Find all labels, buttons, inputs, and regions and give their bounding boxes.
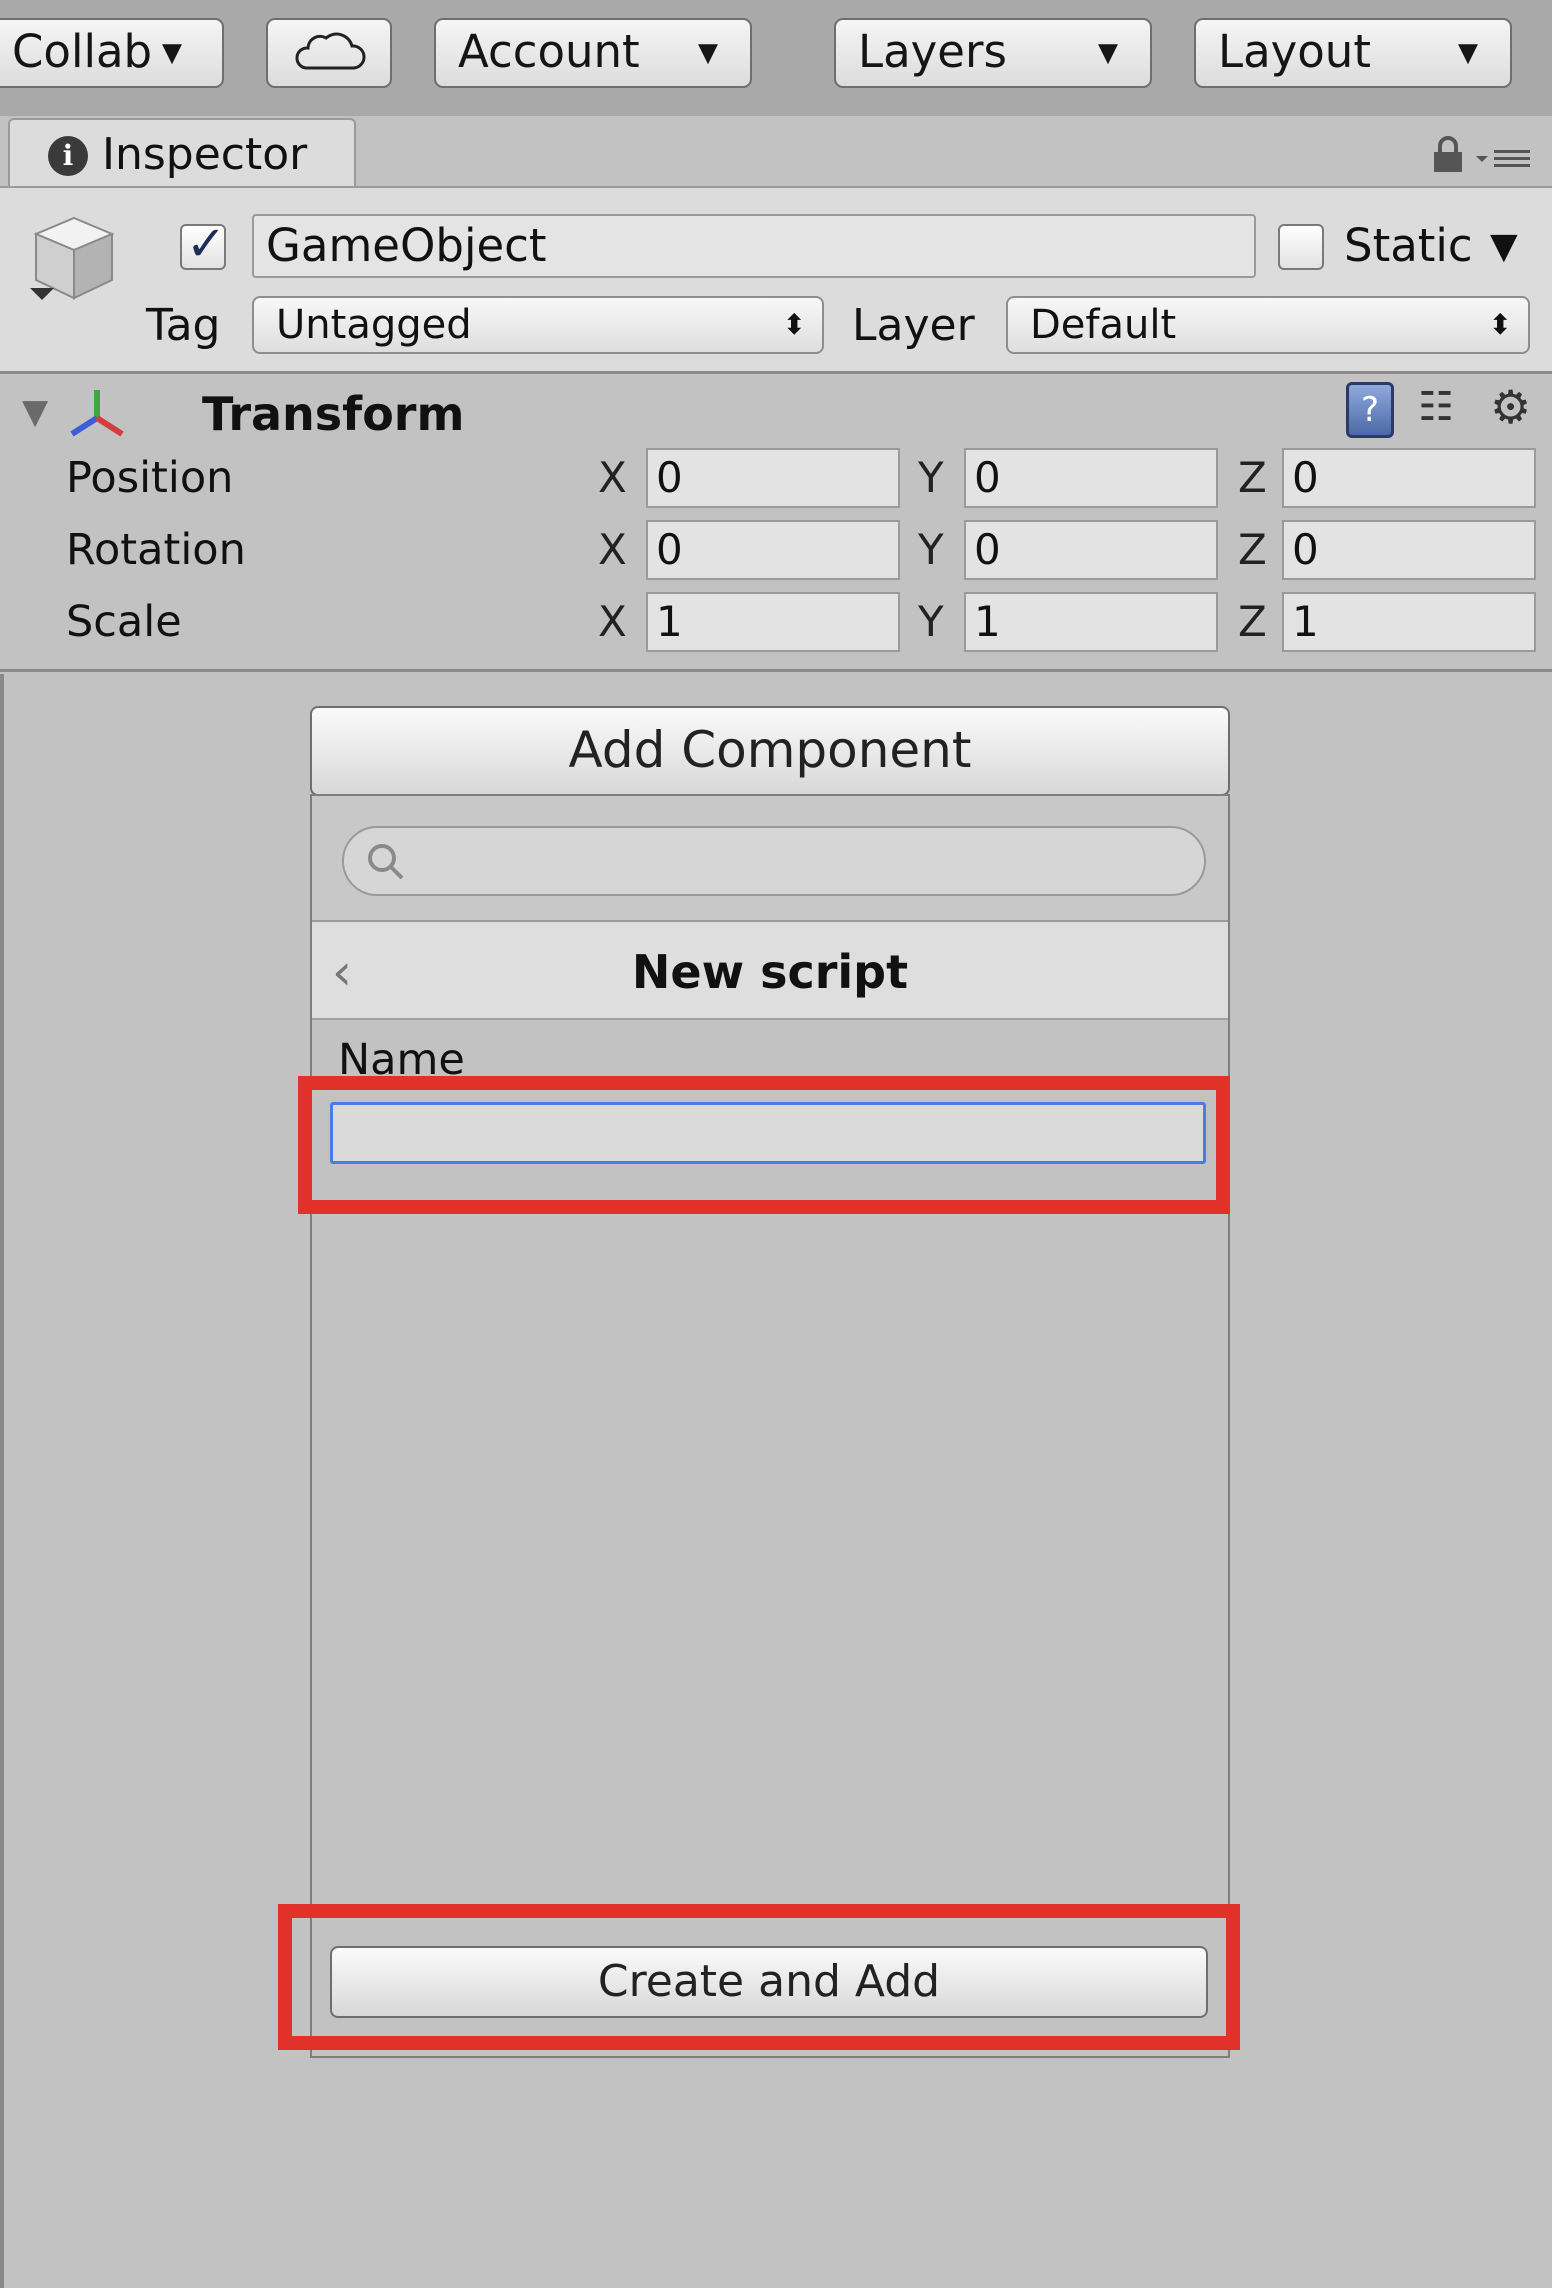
collab-dropdown[interactable]: Collab ▼: [0, 18, 224, 88]
preset-sliders-icon[interactable]: ☷: [1418, 384, 1454, 430]
add-component-button[interactable]: Add Component: [310, 706, 1230, 796]
checkmark-icon: ✓: [186, 216, 227, 272]
tag-popup[interactable]: Untagged ⬍: [252, 296, 824, 354]
lock-menu[interactable]: [1428, 132, 1538, 176]
updown-arrows-icon: ⬍: [1488, 308, 1512, 341]
axis-y-label: Y: [918, 453, 944, 502]
caret-down-icon: ▼: [1458, 38, 1478, 68]
position-y-field[interactable]: 0: [964, 448, 1218, 508]
highlight-box: [278, 1904, 1240, 2050]
scale-y-field[interactable]: 1: [964, 592, 1218, 652]
scale-label: Scale: [66, 597, 182, 647]
gear-icon[interactable]: ⚙: [1490, 380, 1531, 434]
highlight-box: [298, 1076, 1230, 1214]
transform-title: Transform: [202, 387, 465, 441]
position-x-field[interactable]: 0: [646, 448, 900, 508]
rotation-label: Rotation: [66, 525, 246, 575]
caret-down-icon: ▼: [1098, 38, 1118, 68]
layers-dropdown[interactable]: Layers ▼: [834, 18, 1152, 88]
panel-border: [0, 674, 4, 2288]
caret-down-icon: ▼: [162, 38, 182, 68]
help-book-icon[interactable]: ?: [1346, 382, 1394, 438]
axis-x-label: X: [598, 453, 627, 502]
axis-y-label: Y: [918, 525, 944, 574]
scale-z-field[interactable]: 1: [1282, 592, 1536, 652]
axis-z-label: Z: [1238, 597, 1267, 646]
axis-x-label: X: [598, 597, 627, 646]
lock-icon[interactable]: [1428, 132, 1468, 176]
caret-down-icon: ▼: [698, 38, 718, 68]
component-search-input[interactable]: [342, 826, 1206, 896]
new-script-title: New script: [631, 945, 909, 999]
transform-axes-icon: [70, 390, 124, 437]
object-name-field[interactable]: GameObject: [252, 214, 1256, 278]
static-label: Static: [1344, 219, 1473, 272]
position-z-field[interactable]: 0: [1282, 448, 1536, 508]
menu-icon[interactable]: [1474, 132, 1534, 176]
position-label: Position: [66, 453, 234, 503]
rotation-z-field[interactable]: 0: [1282, 520, 1536, 580]
layer-value: Default: [1030, 302, 1177, 348]
static-checkbox[interactable]: [1278, 224, 1324, 270]
static-dropdown-arrow-icon[interactable]: ▼: [1490, 226, 1518, 267]
axis-z-label: Z: [1238, 525, 1267, 574]
layer-label: Layer: [852, 300, 975, 351]
info-icon: i: [48, 136, 88, 176]
cloud-button[interactable]: [266, 18, 392, 88]
axis-x-label: X: [598, 525, 627, 574]
layout-label: Layout: [1218, 25, 1371, 78]
axis-y-label: Y: [918, 597, 944, 646]
toolbar: Collab ▼ Account ▼ Layers ▼ Layout ▼: [0, 0, 1552, 116]
tag-label: Tag: [146, 300, 221, 351]
rotation-x-field[interactable]: 0: [646, 520, 900, 580]
gameobject-cube-icon: [30, 216, 115, 300]
account-label: Account: [458, 25, 640, 78]
scale-x-field[interactable]: 1: [646, 592, 900, 652]
account-dropdown[interactable]: Account ▼: [434, 18, 752, 88]
tag-value: Untagged: [276, 302, 472, 348]
foldout-arrow-icon[interactable]: ▼: [22, 392, 48, 432]
tab-label: Inspector: [102, 129, 308, 180]
axis-z-label: Z: [1238, 453, 1267, 502]
search-icon: [368, 844, 404, 880]
collab-label: Collab: [12, 25, 153, 78]
layer-popup[interactable]: Default ⬍: [1006, 296, 1530, 354]
tab-inspector[interactable]: i Inspector: [8, 118, 356, 192]
layout-dropdown[interactable]: Layout ▼: [1194, 18, 1512, 88]
active-checkbox[interactable]: ✓: [180, 216, 226, 272]
cloud-icon: [295, 32, 366, 70]
updown-arrows-icon: ⬍: [782, 308, 806, 341]
layers-label: Layers: [858, 25, 1007, 78]
rotation-y-field[interactable]: 0: [964, 520, 1218, 580]
